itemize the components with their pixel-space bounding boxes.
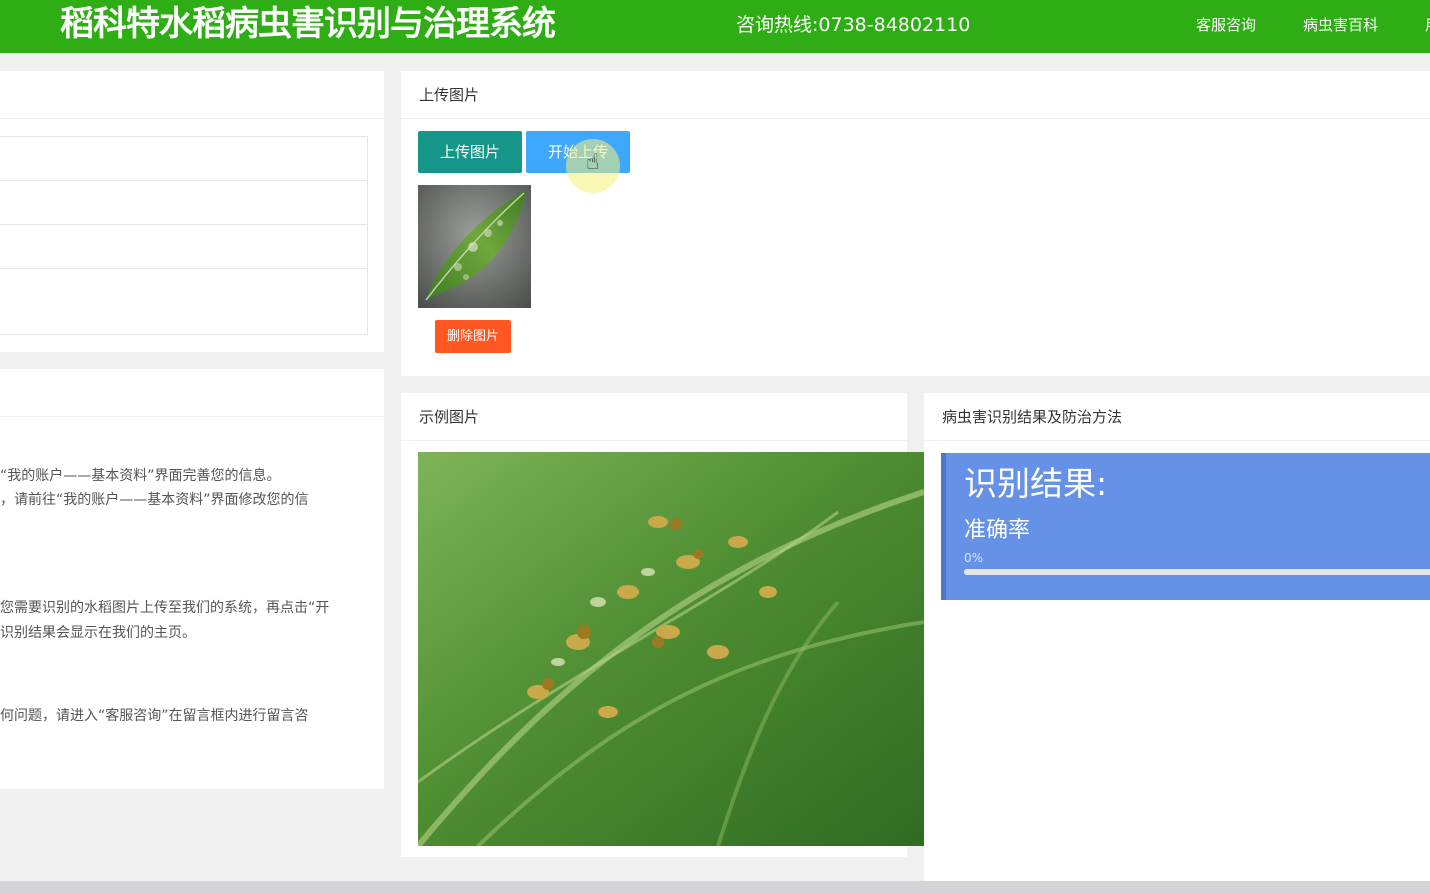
guide-text: 识别结果会显示在我们的主页。 — [0, 625, 196, 641]
hotline-text: 咨询热线:0738-84802110 — [736, 14, 971, 36]
guide-text: 何问题，请进入“客服咨询”在留言框内进行留言咨 — [0, 708, 309, 724]
upload-card-title: 上传图片 — [401, 71, 1430, 119]
guide-text: 您需要识别的水稻图片上传至我们的系统，再点击“开 — [0, 600, 330, 616]
result-card-title: 病虫害识别结果及防治方法 — [924, 393, 1430, 441]
system-title: 稻科特水稻病虫害识别与治理系统 — [60, 4, 556, 44]
start-upload-button[interactable]: 开始上传 — [526, 131, 630, 173]
table-row — [0, 225, 367, 269]
sample-card-title: 示例图片 — [401, 393, 907, 441]
guide-text: ，请前往“我的账户——基本资料”界面修改您的信 — [0, 492, 309, 508]
upload-image-button[interactable]: 上传图片 — [418, 131, 522, 173]
recognition-result-box: 识别结果: 准确率 0% — [941, 453, 1430, 600]
account-info-card-head — [0, 71, 384, 119]
top-header: 稻科特水稻病虫害识别与治理系统 咨询热线:0738-84802110 客服咨询 … — [0, 0, 1430, 53]
account-info-table — [0, 136, 368, 335]
footer-bar — [0, 881, 1430, 894]
sample-rice-image — [418, 452, 924, 846]
table-row — [0, 269, 367, 335]
uploaded-leaf-thumbnail — [418, 185, 531, 308]
nav-pest-encyclopedia[interactable]: 病虫害百科 — [1303, 14, 1378, 36]
guide-text: “我的账户——基本资料”界面完善您的信息。 — [0, 468, 281, 484]
result-title: 识别结果: — [964, 464, 1108, 503]
accuracy-percent: 0% — [964, 551, 984, 565]
usage-guide-card-head — [0, 369, 384, 417]
nav-customer-service[interactable]: 客服咨询 — [1196, 14, 1256, 36]
table-row — [0, 137, 367, 181]
account-info-card — [0, 71, 384, 352]
nav-user[interactable]: 用 — [1425, 14, 1430, 36]
table-row — [0, 181, 367, 225]
accuracy-progress-bar — [964, 569, 1430, 575]
usage-guide-card: “我的账户——基本资料”界面完善您的信息。 ，请前往“我的账户——基本资料”界面… — [0, 369, 384, 789]
delete-image-button[interactable]: 删除图片 — [435, 320, 511, 353]
upload-card: 上传图片 — [401, 71, 1430, 376]
accuracy-label: 准确率 — [964, 518, 1031, 543]
